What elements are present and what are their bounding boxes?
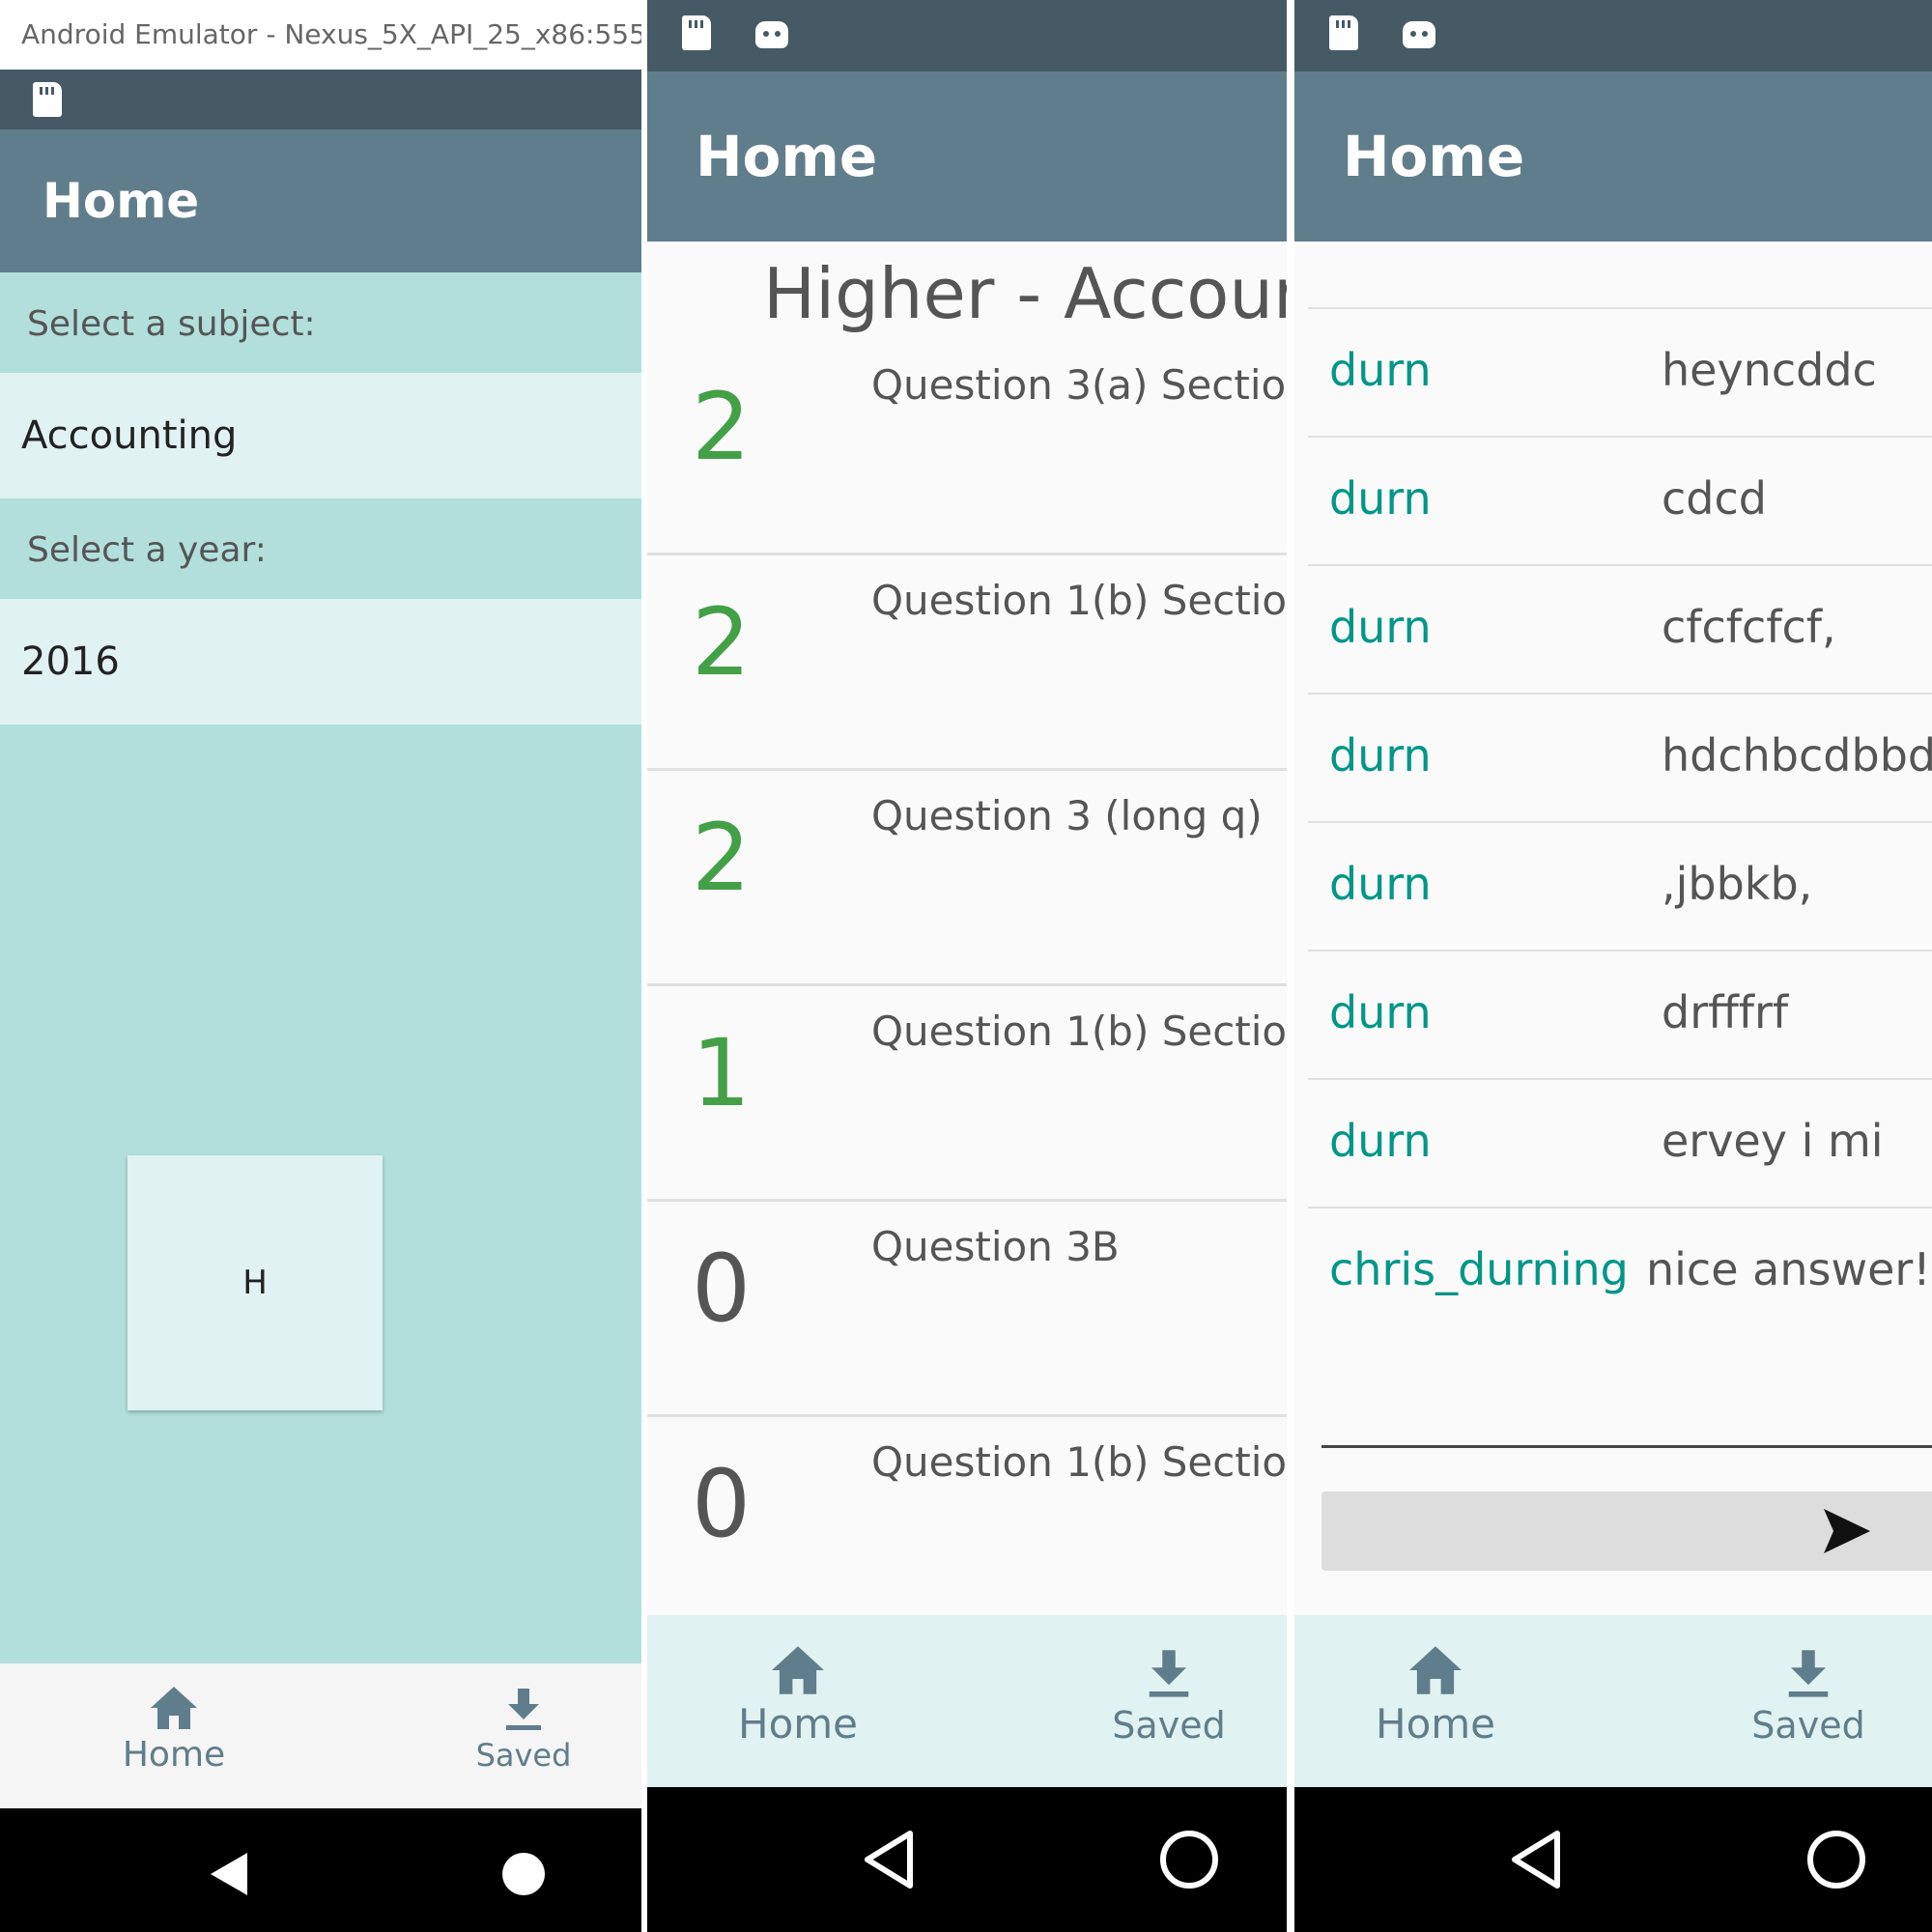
question-row[interactable]: 2 Question 3 (long q) (647, 769, 1287, 986)
back-icon[interactable] (207, 1851, 249, 1897)
home-icon (772, 1646, 824, 1694)
home-circle-icon[interactable] (1806, 1830, 1866, 1889)
question-score: 0 (692, 1450, 752, 1558)
nav-saved-label: Saved (1112, 1704, 1226, 1747)
question-score: 1 (692, 1019, 752, 1127)
download-icon (506, 1689, 541, 1730)
comment-user[interactable]: durn (1329, 344, 1432, 396)
nav-home-label: Home (737, 1700, 859, 1747)
comment-user[interactable]: durn (1329, 986, 1432, 1038)
list-title: Higher - Account (763, 253, 1287, 334)
question-row[interactable]: 0 Question 1(b) Section (647, 1415, 1287, 1613)
question-row[interactable]: 2 Question 3(a) Section (647, 338, 1287, 555)
nav-saved[interactable]: Saved (1082, 1648, 1256, 1747)
emulator-panel-3: Home durn heyncddc durn cdcd durn cfcfcf… (1294, 0, 1932, 1932)
question-title: Question 1(b) Section (871, 577, 1287, 624)
comment-row: durn hdchbcdbbd (1308, 693, 1932, 822)
comment-text: cdcd (1662, 472, 1767, 525)
question-score: 0 (692, 1235, 752, 1343)
home-circle-icon[interactable] (1159, 1830, 1219, 1889)
home-icon (1409, 1646, 1462, 1694)
back-icon[interactable] (862, 1830, 916, 1889)
bottom-navigation: Home Saved (647, 1615, 1287, 1787)
comment-row: durn drfffrf (1308, 950, 1932, 1079)
bottom-navigation: Home Saved (1294, 1615, 1932, 1787)
level-tile-button[interactable]: H (128, 1155, 383, 1410)
app-bar-title: Home (647, 71, 1287, 242)
send-button[interactable] (1321, 1492, 1932, 1571)
comment-text: cfcfcfcf, (1662, 601, 1836, 653)
nav-saved[interactable]: Saved (1721, 1648, 1895, 1747)
comment-user[interactable]: durn (1329, 601, 1432, 653)
question-score: 2 (692, 373, 752, 481)
comment-row: durn cdcd (1308, 436, 1932, 565)
nav-saved-label: Saved (1751, 1704, 1865, 1747)
home-icon (151, 1687, 197, 1729)
question-title: Question 1(b) Section (871, 1008, 1287, 1055)
android-icon (755, 21, 788, 48)
comment-text: drfffrf (1662, 986, 1789, 1038)
emulator-panel-2: Home Higher - Account 2 Question 3(a) Se… (647, 0, 1287, 1932)
download-icon (1149, 1650, 1189, 1697)
download-icon (1788, 1650, 1829, 1697)
year-label: Select a year: (0, 502, 641, 599)
app-bar-title: Home (1294, 71, 1932, 242)
comment-user[interactable]: durn (1329, 858, 1432, 910)
status-bar (647, 0, 1287, 71)
comment-row: durn ervey i mi (1308, 1078, 1932, 1208)
nav-home[interactable]: Home (711, 1644, 885, 1747)
question-row[interactable]: 1 Question 1(b) Section (647, 984, 1287, 1202)
comment-row: durn ,jbbkb, (1308, 821, 1932, 951)
comment-text: hdchbcdbbd (1662, 729, 1932, 781)
comment-text: ervey i mi (1662, 1115, 1884, 1167)
back-icon[interactable] (1509, 1830, 1563, 1889)
system-nav-bar (647, 1787, 1287, 1932)
send-icon (1824, 1509, 1870, 1553)
comment-row: durn cfcfcfcf, (1308, 564, 1932, 694)
question-row[interactable]: 0 Question 3B (647, 1200, 1287, 1417)
question-title: Question 3B (871, 1223, 1120, 1270)
nav-home-label: Home (1375, 1700, 1496, 1747)
question-score: 2 (692, 588, 752, 696)
comment-text: nice answer! (1646, 1243, 1931, 1295)
sd-card-icon (682, 15, 711, 50)
subject-label: Select a subject: (0, 276, 641, 373)
year-select[interactable]: 2016 (0, 599, 641, 724)
system-nav-bar (1294, 1787, 1932, 1932)
status-bar (1294, 0, 1932, 71)
emulator-panel-1: Android Emulator - Nexus_5X_API_25_x86:5… (0, 0, 641, 1932)
comment-text: ,jbbkb, (1662, 858, 1813, 910)
comment-input[interactable] (1321, 1445, 1932, 1448)
comment-user[interactable]: durn (1329, 1115, 1432, 1167)
system-nav-bar (0, 1808, 641, 1932)
comment-user[interactable]: durn (1329, 729, 1432, 781)
comment-row: chris_durning nice answer! (1308, 1207, 1932, 1336)
nav-home[interactable]: Home (97, 1685, 251, 1775)
sd-card-icon (33, 82, 62, 117)
status-bar (0, 70, 641, 129)
comment-user[interactable]: chris_durning (1329, 1243, 1629, 1295)
question-score: 2 (692, 804, 752, 912)
nav-home-label: Home (122, 1735, 226, 1775)
android-icon (1403, 21, 1435, 48)
emulator-window-title: Android Emulator - Nexus_5X_API_25_x86:5… (0, 0, 641, 70)
subject-select[interactable]: Accounting (0, 373, 641, 498)
question-title: Question 3(a) Section (871, 361, 1287, 409)
comment-text: heyncddc (1662, 344, 1877, 396)
home-circle-icon[interactable] (500, 1851, 547, 1897)
nav-saved-label: Saved (475, 1737, 572, 1774)
level-tile-label: H (242, 1264, 268, 1302)
comment-row: durn heyncddc (1308, 307, 1932, 437)
question-title: Question 3 (long q) (871, 792, 1263, 839)
comment-user[interactable]: durn (1329, 472, 1432, 525)
nav-saved[interactable]: Saved (446, 1687, 601, 1774)
question-title: Question 1(b) Section (871, 1438, 1287, 1486)
sd-card-icon (1329, 15, 1358, 50)
nav-home[interactable]: Home (1349, 1644, 1522, 1747)
app-bar-title: Home (0, 129, 641, 272)
question-row[interactable]: 2 Question 1(b) Section (647, 554, 1287, 771)
bottom-navigation: Home Saved (0, 1663, 641, 1808)
